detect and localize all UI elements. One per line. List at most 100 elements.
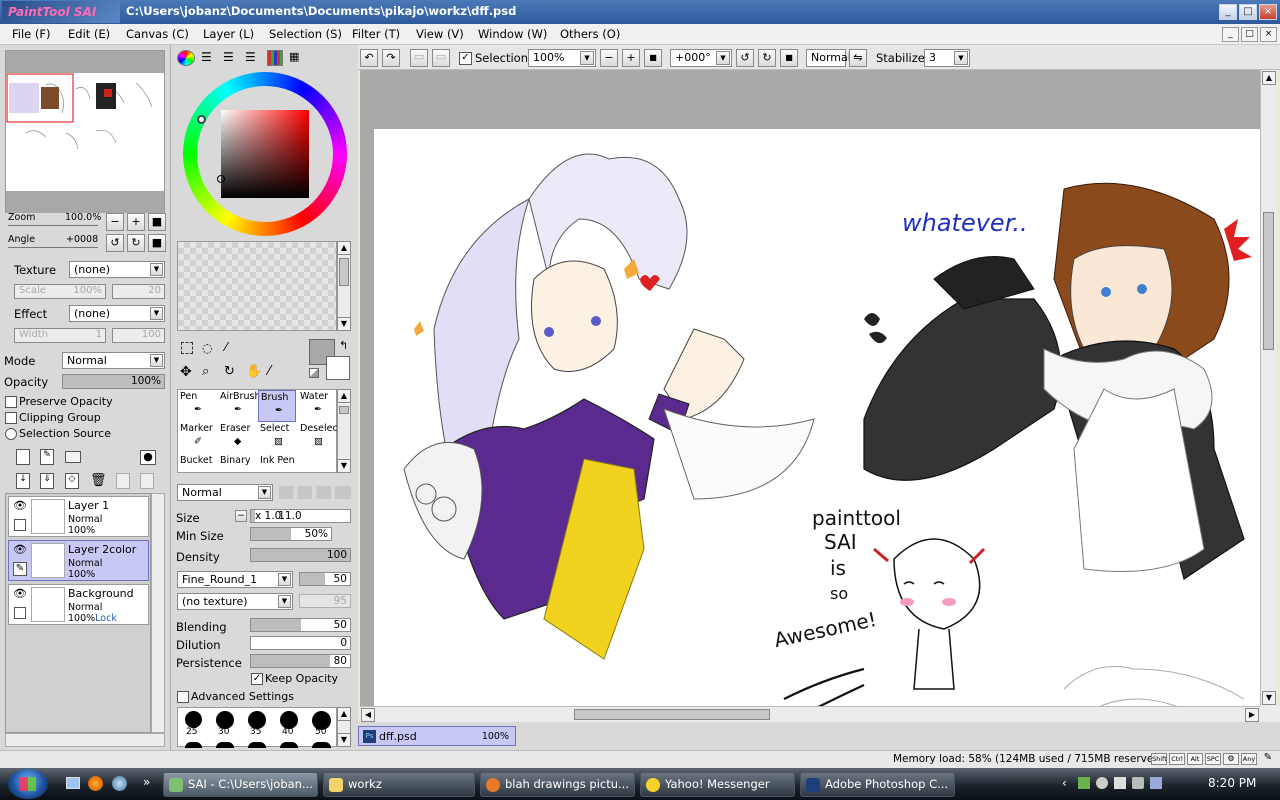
angle-select[interactable]: +000° ▼	[670, 49, 732, 67]
selection-visible-checkbox[interactable]: ✓	[459, 52, 472, 65]
lasso-icon[interactable]: ◌	[202, 341, 218, 355]
quicklaunch-more-icon[interactable]: »	[143, 775, 150, 789]
zoom-slider[interactable]	[8, 225, 98, 226]
scratchpad-tab-icon[interactable]: ▦	[289, 50, 305, 66]
taskbar-item-workz[interactable]: workz	[323, 772, 475, 797]
preset-scrollbar[interactable]: ▲ ▼	[337, 707, 351, 747]
menu-selection[interactable]: Selection (S)	[269, 27, 342, 41]
scratchpad[interactable]	[177, 241, 337, 331]
flip-horizontal-button[interactable]: ⇋	[849, 49, 867, 67]
tool-bucket[interactable]: Bucket	[178, 454, 213, 474]
preset-dot[interactable]	[185, 711, 202, 728]
move-icon[interactable]: ✥	[180, 364, 196, 380]
navigator-preview[interactable]	[5, 50, 165, 213]
eyedropper-icon[interactable]: ⁄	[268, 364, 284, 380]
rotate-right-button[interactable]: ↻	[758, 49, 776, 67]
new-layer-icon[interactable]	[16, 449, 30, 465]
canvas-viewport[interactable]: whatever.. painttool SAI is so Awesome!	[360, 70, 1260, 706]
zoom-icon[interactable]: ⌕	[202, 364, 218, 380]
blending-slider[interactable]: 50	[250, 618, 351, 632]
layer-row[interactable]: 👁 Layer 1 Normal 100%	[8, 496, 149, 537]
hue-marker[interactable]	[197, 115, 206, 124]
menu-view[interactable]: View (V)	[416, 27, 464, 41]
transparent-color-icon[interactable]	[309, 368, 319, 378]
layer-list-scrollbar[interactable]	[151, 493, 165, 733]
undo-button[interactable]: ↶	[360, 49, 378, 67]
taskbar-item-browser[interactable]: blah drawings pictu...	[480, 772, 635, 797]
persistence-slider[interactable]: 80	[250, 654, 351, 668]
tool-deselect[interactable]: Deselect ▨	[298, 422, 341, 454]
document-tab[interactable]: Ps dff.psd 100%	[358, 726, 516, 746]
rotate-icon[interactable]: ↻	[224, 364, 240, 380]
rotate-reset-button[interactable]: ■	[780, 49, 798, 67]
zoom-out-button[interactable]: −	[106, 213, 124, 231]
canvas-horizontal-scrollbar[interactable]: ◀ ▶	[360, 706, 1260, 722]
deselect-button[interactable]: ▭	[410, 49, 428, 67]
angle-slider[interactable]	[8, 247, 98, 248]
effect-select[interactable]: (none) ▼	[69, 305, 165, 322]
scratchpad-scrollbar[interactable]: ▲ ▼	[337, 241, 351, 331]
menu-filter[interactable]: Filter (T)	[352, 27, 400, 41]
show-desktop-icon[interactable]	[66, 777, 80, 789]
horizontal-scroll-thumb[interactable]	[574, 709, 770, 720]
link-mask-icon[interactable]	[140, 473, 154, 489]
layer-lock-checkbox[interactable]	[14, 607, 26, 619]
volume-icon[interactable]	[1132, 777, 1144, 789]
zoom-out-button[interactable]: −	[600, 49, 618, 67]
min-size-slider[interactable]: 50%	[250, 527, 332, 541]
size-decrease-button[interactable]: −	[235, 510, 247, 522]
view-blend-field[interactable]: Normal	[806, 49, 851, 67]
doc-minimize-button[interactable]: _	[1222, 27, 1239, 42]
brush-texture-select[interactable]: (no texture) ▼	[177, 593, 293, 610]
menu-window[interactable]: Window (W)	[478, 27, 547, 41]
swap-colors-icon[interactable]: ↰	[339, 339, 348, 352]
tool-binary[interactable]: Binary	[218, 454, 251, 474]
doc-close-button[interactable]: ×	[1260, 27, 1277, 42]
brush-shape-select[interactable]: Fine_Round_1 ▼	[177, 571, 293, 588]
vertical-scroll-thumb[interactable]	[1263, 212, 1274, 350]
color-marker[interactable]	[217, 175, 225, 183]
layer-row-selected[interactable]: 👁 ✎ Layer 2color Normal 100%	[8, 540, 149, 581]
start-button[interactable]	[8, 769, 48, 799]
redo-button[interactable]: ↷	[382, 49, 400, 67]
brush-blend-select[interactable]: Normal ▼	[177, 484, 273, 501]
background-color-swatch[interactable]	[326, 356, 350, 380]
keep-opacity-checkbox[interactable]: ✓	[251, 673, 263, 685]
menu-others[interactable]: Others (O)	[560, 27, 620, 41]
tool-select[interactable]: Select ▨	[258, 422, 291, 454]
tool-water[interactable]: Water ✒	[298, 390, 331, 422]
swatches-tab-icon[interactable]	[267, 50, 283, 66]
merge-down-icon[interactable]: ⇓	[40, 473, 54, 489]
brush-shape-strength[interactable]: 50	[299, 572, 351, 586]
rect-select-icon[interactable]	[181, 342, 193, 354]
canvas-vertical-scrollbar[interactable]: ▲ ▼	[1260, 70, 1276, 706]
clear-layer-icon[interactable]: ◇	[65, 473, 79, 489]
tool-marker[interactable]: Marker ✐	[178, 422, 213, 454]
tool-ink-pen[interactable]: Ink Pen	[258, 454, 298, 474]
taskbar-item-sai[interactable]: SAI - C:\Users\joban...	[163, 772, 318, 797]
eye-icon[interactable]: 👁	[12, 587, 28, 603]
new-folder-icon[interactable]	[65, 451, 81, 463]
tool-grid-scrollbar[interactable]: ▲ ▼	[337, 389, 351, 473]
tray-app-icon[interactable]	[1150, 777, 1162, 789]
clock[interactable]: 8:20 PM	[1208, 776, 1256, 790]
brush-size-slider[interactable]: x 1.011.0	[250, 509, 351, 523]
taskbar-item-yahoo-messenger[interactable]: Yahoo! Messenger	[640, 772, 795, 797]
menu-layer[interactable]: Layer (L)	[203, 27, 254, 41]
preserve-opacity-checkbox[interactable]	[5, 396, 17, 408]
doc-restore-button[interactable]: □	[1241, 27, 1258, 42]
apply-mask-icon[interactable]	[116, 473, 130, 489]
new-linework-layer-icon[interactable]: ✎	[40, 449, 54, 465]
texture-select[interactable]: (none) ▼	[69, 261, 165, 278]
tray-expand-icon[interactable]: ‹	[1062, 776, 1067, 790]
hsv-slider-tab-icon[interactable]: ☰	[223, 50, 239, 66]
menu-edit[interactable]: Edit (E)	[68, 27, 110, 41]
tool-airbrush[interactable]: AirBrush ✒	[218, 390, 260, 422]
eye-icon[interactable]: 👁	[12, 543, 28, 559]
minimize-button[interactable]: _	[1219, 4, 1237, 20]
zoom-in-button[interactable]: +	[127, 213, 145, 231]
menu-file[interactable]: File (F)	[12, 27, 51, 41]
canvas-paper[interactable]: whatever.. painttool SAI is so Awesome!	[374, 129, 1260, 706]
saturation-value-square[interactable]	[221, 110, 309, 198]
rgb-slider-tab-icon[interactable]: ☰	[201, 50, 217, 66]
